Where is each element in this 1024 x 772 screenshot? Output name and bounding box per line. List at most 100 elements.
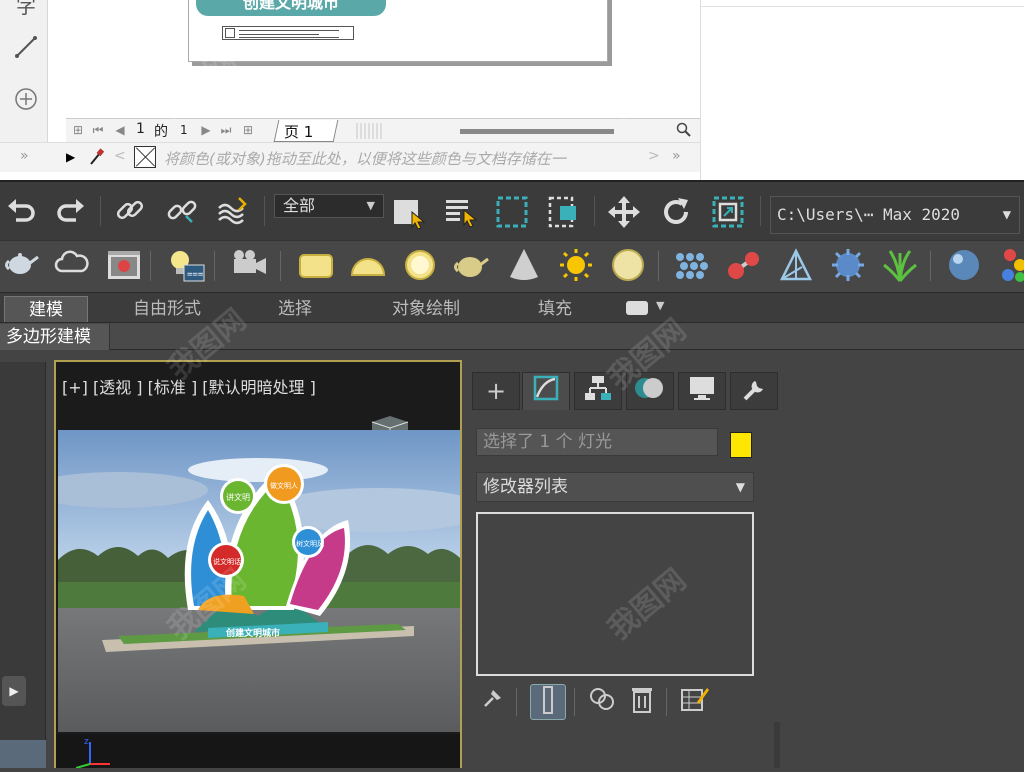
eyedropper-icon[interactable] (88, 147, 105, 171)
display-tab-icon[interactable] (678, 372, 726, 410)
selection-filter-dropdown[interactable]: 全部 ▼ (274, 194, 384, 218)
tab-populate[interactable]: 填充 (520, 296, 590, 322)
rendered-scene: 创建文明城市 讲文明 做文明人 说文明话 树文明风 (58, 430, 460, 732)
show-end-result-icon[interactable] (530, 684, 566, 720)
left-strip-footer (0, 740, 46, 768)
viewport-bottom-area: z (56, 734, 460, 769)
page-navigator: ⊞ ⏮ ◀ 1 的 1 ▶ ⏭ ⊞ 页 1 (66, 118, 700, 142)
ribbon-options-icon[interactable] (626, 301, 648, 315)
material-palette-icon[interactable] (992, 247, 1024, 287)
modifier-list-label: 修改器列表 (483, 477, 568, 497)
select-object-icon[interactable] (392, 194, 428, 230)
dome-light-icon[interactable] (348, 247, 388, 287)
scale-icon[interactable] (710, 194, 746, 230)
tab-object-paint[interactable]: 对象绘制 (376, 296, 476, 322)
perspective-viewport[interactable]: [+] [透视 ] [标准 ] [默认明暗处理 ] 创建文明城市 讲文明 做文明… (54, 360, 462, 769)
tab-modeling[interactable]: 建模 (4, 296, 88, 322)
tripod-icon[interactable] (776, 247, 816, 287)
petal-label: 做文明人 (270, 481, 298, 490)
sun-light-icon[interactable] (556, 247, 596, 287)
window-crossing-icon[interactable] (546, 194, 582, 230)
rotate-icon[interactable] (658, 194, 694, 230)
command-panel: + 选择了 1 个 灯光 修改器列表 ▼ (468, 362, 1024, 768)
line-tool-icon[interactable] (12, 34, 40, 62)
palette-scroll-left-icon[interactable]: < (114, 148, 126, 164)
3dsmax-window: 全部 ▼ C:\Users\⋯ Max 2020 ▼ === 建模 自由形式 选… (0, 180, 1024, 769)
redo-icon[interactable] (52, 194, 88, 230)
particle-grid-icon[interactable] (672, 247, 712, 287)
modifier-list-dropdown[interactable]: 修改器列表 ▼ (476, 472, 754, 502)
command-shelf: === (0, 240, 1024, 292)
make-unique-icon[interactable] (584, 684, 620, 720)
render-frame-icon[interactable] (104, 247, 144, 287)
palette-arrow-icon[interactable]: ▶ (66, 150, 75, 164)
molecule-icon[interactable] (724, 247, 764, 287)
chevron-down-icon: ▼ (735, 480, 745, 494)
left-scene-explorer-strip: ▶ (0, 362, 46, 768)
page-of-label: 的 (154, 124, 168, 140)
doc-banner: 创建文明城市 (196, 0, 386, 16)
camera-icon[interactable] (230, 247, 270, 287)
command-panel-scrollbar[interactable] (774, 722, 780, 768)
light-lister-icon[interactable]: === (166, 247, 206, 287)
toolbox: 字 (0, 0, 48, 150)
object-name-field[interactable]: 选择了 1 个 灯光 (476, 428, 718, 456)
svg-text:z: z (84, 737, 89, 747)
page-tab-label: 页 1 (284, 123, 314, 141)
main-toolbar: 全部 ▼ C:\Users\⋯ Max 2020 ▼ (0, 180, 1024, 240)
plane-light-icon[interactable] (296, 247, 336, 287)
polygon-modeling-panel[interactable]: 多边形建模 (0, 324, 110, 350)
scroll-grip[interactable] (356, 123, 384, 139)
base-sign-text: 创建文明城市 (225, 627, 280, 639)
fur-ball-icon[interactable] (828, 247, 868, 287)
palette-more-icon[interactable]: » (672, 148, 681, 164)
utilities-tab-icon[interactable] (730, 372, 778, 410)
configure-modifier-sets-icon[interactable] (676, 684, 712, 720)
text-tool-icon[interactable]: 字 (12, 0, 40, 20)
total-pages: 1 (180, 123, 188, 137)
next-page-icon[interactable]: ▶ (198, 122, 214, 138)
bind-spacewarp-icon[interactable] (216, 194, 252, 230)
pin-stack-icon[interactable] (476, 684, 512, 720)
modify-tab-icon[interactable] (522, 372, 570, 410)
grass-icon[interactable] (880, 247, 920, 287)
add-page-before-icon[interactable]: ⊞ (70, 122, 86, 138)
ribbon-panel: 多边形建模 (0, 322, 1024, 350)
create-tab-icon[interactable]: + (472, 372, 520, 410)
tab-selection[interactable]: 选择 (260, 296, 330, 322)
add-page-after-icon[interactable]: ⊞ (240, 122, 256, 138)
prev-page-icon[interactable]: ◀ (112, 122, 128, 138)
last-page-icon[interactable]: ⏭ (218, 122, 234, 138)
docker-area (700, 0, 1024, 180)
expand-panel-button[interactable]: ▶ (2, 676, 26, 706)
document-palette: » ▶ < 将颜色(或对象)拖动至此处，以便将这些颜色与文档存储在一 > » (0, 142, 700, 172)
spot-light-icon[interactable] (504, 247, 544, 287)
chevron-down-icon: ▼ (1002, 207, 1011, 223)
rect-selection-region-icon[interactable] (494, 194, 530, 230)
move-icon[interactable] (606, 194, 642, 230)
mesh-light-icon[interactable] (452, 247, 492, 287)
ies-light-icon[interactable] (608, 247, 648, 287)
project-folder-dropdown[interactable]: C:\Users\⋯ Max 2020 ▼ (770, 196, 1020, 234)
horizontal-scrollbar-thumb[interactable] (460, 129, 614, 134)
teapot-icon[interactable] (2, 247, 42, 287)
petal-label: 树文明风 (296, 539, 324, 548)
first-page-icon[interactable]: ⏮ (90, 122, 106, 138)
zoom-icon[interactable] (676, 122, 692, 142)
add-tool-icon[interactable] (12, 86, 40, 114)
expand-palette-icon[interactable]: » (20, 148, 29, 164)
modifier-stack[interactable] (476, 512, 754, 676)
link-icon[interactable] (112, 194, 148, 230)
project-path-value: C:\Users\⋯ Max 2020 (777, 205, 961, 224)
palette-scroll-right-icon[interactable]: > (648, 148, 660, 164)
remove-modifier-icon[interactable] (624, 684, 660, 720)
cloud-icon[interactable] (52, 247, 92, 287)
unlink-icon[interactable] (164, 194, 200, 230)
material-sphere-icon[interactable] (944, 247, 984, 287)
undo-icon[interactable] (4, 194, 40, 230)
object-color-swatch[interactable] (730, 432, 752, 458)
sphere-light-icon[interactable] (400, 247, 440, 287)
no-color-swatch[interactable] (134, 146, 156, 168)
doc-info-block (222, 26, 354, 40)
select-by-name-icon[interactable] (444, 194, 480, 230)
